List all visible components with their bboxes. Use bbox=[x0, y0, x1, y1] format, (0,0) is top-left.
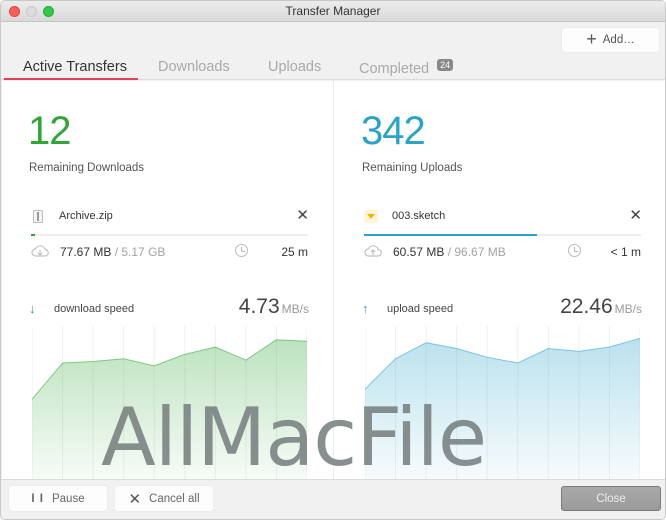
download-speed-chart bbox=[32, 326, 307, 479]
tab-active-transfers[interactable]: Active Transfers bbox=[23, 59, 127, 75]
upload-speed-value: 22.46 MB/s bbox=[560, 295, 642, 319]
tab-label: Downloads bbox=[158, 59, 230, 75]
upload-speed-chart-svg bbox=[365, 326, 640, 479]
tab-downloads[interactable]: Downloads bbox=[158, 59, 230, 75]
uploads-panel: 342 Remaining Uploads 003.sketch ✕ 60.57… bbox=[335, 81, 665, 479]
chart-area bbox=[365, 338, 640, 479]
transfer-manager-window: Transfer Manager + Add… Active Transfers… bbox=[0, 0, 666, 520]
upload-speed-unit: MB/s bbox=[614, 302, 642, 316]
cancel-all-button[interactable]: ✕ Cancel all bbox=[115, 486, 213, 511]
window-title: Transfer Manager bbox=[285, 4, 381, 18]
upload-progress-fill bbox=[364, 234, 538, 236]
download-speed-unit: MB/s bbox=[281, 302, 309, 316]
tab-label: Active Transfers bbox=[23, 59, 127, 75]
clock-icon bbox=[568, 244, 581, 257]
remaining-uploads-label: Remaining Uploads bbox=[362, 162, 463, 174]
remaining-downloads-label: Remaining Downloads bbox=[29, 162, 145, 174]
tab-completed[interactable]: Completed 24 bbox=[359, 59, 454, 77]
title-bar: Transfer Manager bbox=[1, 1, 665, 22]
clock-icon bbox=[235, 244, 248, 257]
upload-file-name: 003.sketch bbox=[392, 210, 446, 222]
plus-icon: + bbox=[586, 29, 597, 49]
add-button-label: Add… bbox=[602, 34, 635, 46]
upload-speed-label: upload speed bbox=[387, 303, 454, 315]
cloud-upload-icon bbox=[364, 245, 382, 257]
upload-stats: 60.57 MB / 96.67 MB < 1 m bbox=[364, 243, 641, 261]
sketch-file-icon bbox=[364, 210, 378, 223]
tab-uploads[interactable]: Uploads bbox=[268, 59, 321, 75]
upload-speed-number: 22.46 bbox=[560, 295, 613, 318]
arrow-up-icon: ↑ bbox=[362, 301, 369, 316]
download-speed-value: 4.73 MB/s bbox=[239, 295, 309, 319]
add-button[interactable]: + Add… bbox=[562, 28, 659, 52]
downloaded-size: 77.67 MB bbox=[60, 245, 112, 259]
download-progress-fill bbox=[31, 234, 36, 236]
download-size: 77.67 MB / 5.17 GB bbox=[60, 245, 165, 259]
upload-eta: < 1 m bbox=[610, 245, 641, 259]
arrow-down-icon: ↓ bbox=[29, 301, 36, 316]
upload-file-row: 003.sketch ✕ bbox=[362, 206, 642, 226]
download-speed-row: ↓ download speed 4.73 MB/s bbox=[29, 295, 309, 329]
download-total-size: / 5.17 GB bbox=[111, 245, 166, 259]
download-progress-bar bbox=[31, 234, 308, 236]
upload-speed-row: ↑ upload speed 22.46 MB/s bbox=[362, 295, 642, 329]
tab-label: Completed bbox=[359, 61, 430, 77]
download-speed-label: download speed bbox=[54, 303, 135, 315]
download-file-row: Archive.zip ✕ bbox=[29, 206, 309, 226]
completed-count-badge: 24 bbox=[437, 59, 454, 71]
upload-total-size: / 96.67 MB bbox=[444, 245, 506, 259]
close-button[interactable]: Close bbox=[561, 486, 661, 511]
footer-bar: I I Pause ✕ Cancel all Close bbox=[1, 479, 665, 519]
upload-progress-bar bbox=[364, 234, 641, 236]
close-button-label: Close bbox=[596, 492, 626, 505]
remaining-uploads-count: 342 bbox=[361, 109, 426, 153]
zip-file-icon bbox=[33, 210, 43, 223]
tab-bar: Active Transfers Downloads Uploads Compl… bbox=[1, 53, 665, 80]
pause-button-label: Pause bbox=[51, 492, 85, 505]
download-speed-chart-svg bbox=[32, 326, 307, 479]
download-stats: 77.67 MB / 5.17 GB 25 m bbox=[31, 243, 308, 261]
cloud-download-icon bbox=[31, 245, 49, 257]
remaining-downloads-count: 12 bbox=[28, 109, 71, 153]
upload-speed-chart bbox=[365, 326, 640, 479]
chart-area bbox=[32, 339, 307, 479]
active-transfers-content: 12 Remaining Downloads Archive.zip ✕ 77.… bbox=[2, 81, 665, 479]
cancel-download-button[interactable]: ✕ bbox=[296, 206, 309, 224]
upload-size: 60.57 MB / 96.67 MB bbox=[393, 245, 506, 259]
pause-icon: I I bbox=[31, 492, 44, 505]
active-tab-indicator bbox=[4, 78, 138, 80]
tab-label: Uploads bbox=[268, 59, 322, 75]
download-speed-number: 4.73 bbox=[238, 295, 280, 318]
close-icon: ✕ bbox=[128, 490, 142, 508]
download-eta: 25 m bbox=[281, 245, 308, 259]
download-file-name: Archive.zip bbox=[59, 210, 113, 222]
pause-button[interactable]: I I Pause bbox=[9, 486, 107, 511]
cancel-all-button-label: Cancel all bbox=[149, 492, 200, 505]
downloads-panel: 12 Remaining Downloads Archive.zip ✕ 77.… bbox=[2, 81, 334, 479]
cancel-upload-button[interactable]: ✕ bbox=[629, 206, 642, 224]
uploaded-size: 60.57 MB bbox=[393, 245, 445, 259]
